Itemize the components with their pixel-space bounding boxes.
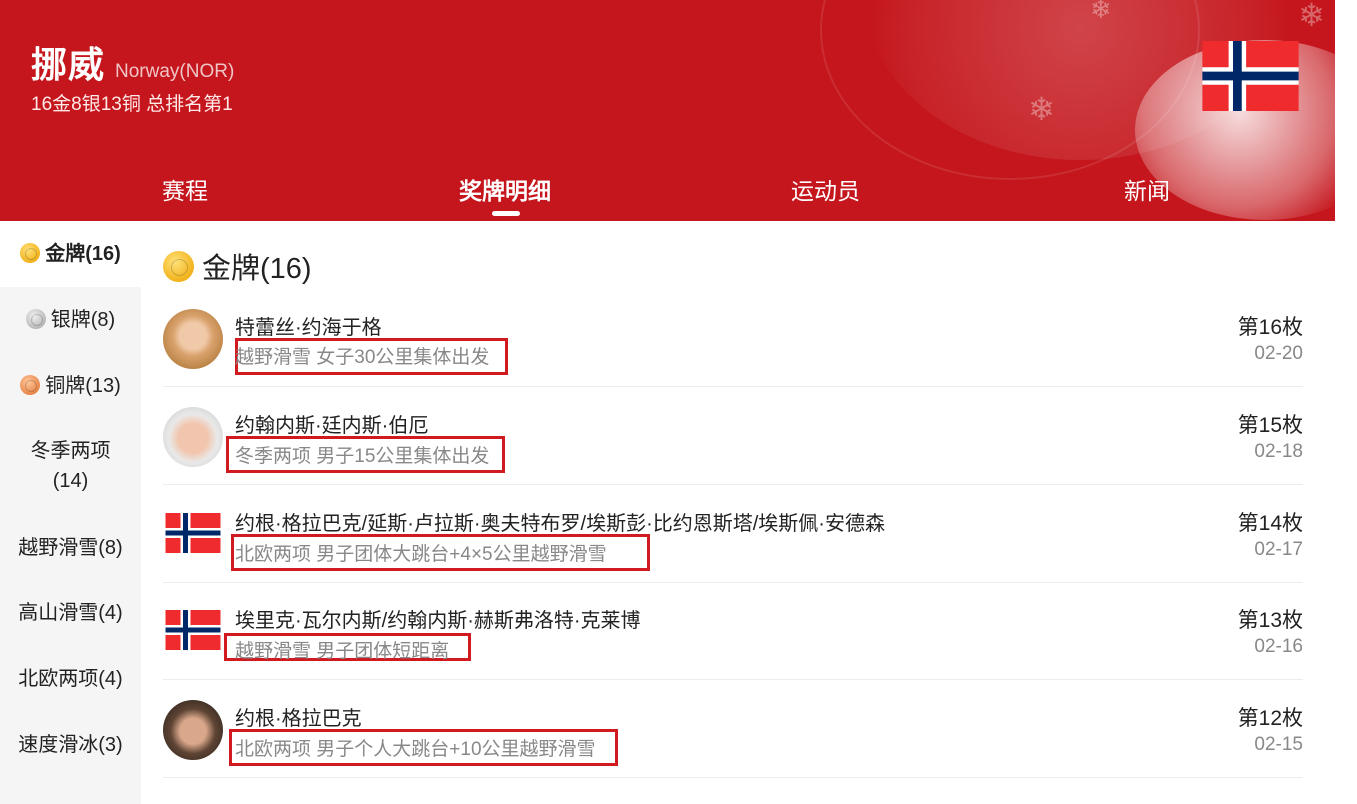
medal-summary: 16金8银13铜 总排名第1 xyxy=(31,94,233,115)
sidebar-item-silver[interactable]: 银牌(8) xyxy=(0,305,141,335)
medal-row[interactable]: 埃里克·瓦尔内斯/约翰内斯·赫斯弗洛特·克莱博 越野滑雪 男子团体短距离 第13… xyxy=(163,582,1303,680)
athlete-avatar xyxy=(163,700,223,760)
country-name: 挪威 xyxy=(31,44,106,85)
sidebar-item-cross-country-skiing[interactable]: 越野滑雪(8) xyxy=(0,533,141,563)
sidebar-item-label: 铜牌(13) xyxy=(45,375,121,397)
event-name: 北欧两项 男子个人大跳台+10公里越野滑雪 xyxy=(235,739,596,760)
sidebar-item-bronze[interactable]: 铜牌(13) xyxy=(0,371,141,401)
sidebar-item-biathlon[interactable]: 冬季两项(14) xyxy=(0,436,141,496)
norway-flag-icon xyxy=(165,610,221,650)
tab-news[interactable]: 新闻 xyxy=(1124,172,1170,206)
tab-schedule[interactable]: 赛程 xyxy=(162,172,208,206)
snowflake-icon: ❄ xyxy=(1298,0,1325,33)
tab-medal-details[interactable]: 奖牌明细 xyxy=(459,172,551,206)
country-title: 挪威 Norway(NOR) xyxy=(31,36,234,88)
medal-date: 02-16 xyxy=(1254,636,1303,657)
gold-medal-icon xyxy=(163,250,194,282)
event-name: 北欧两项 男子团体大跳台+4×5公里越野滑雪 xyxy=(235,544,607,565)
medal-date: 02-20 xyxy=(1254,343,1303,364)
event-name: 越野滑雪 女子30公里集体出发 xyxy=(235,347,490,368)
event-name: 越野滑雪 男子团体短距离 xyxy=(235,641,450,662)
medal-row[interactable]: 特蕾丝·约海于格 越野滑雪 女子30公里集体出发 第16枚 02-20 xyxy=(163,289,1303,387)
sidebar-item-label: 银牌(8) xyxy=(50,309,116,331)
athlete-name: 约根·格拉巴克 xyxy=(235,708,362,730)
medal-row[interactable]: 约根·格拉巴克/延斯·卢拉斯·奥夫特布罗/埃斯彭·比约恩斯塔/埃斯佩·安德森 北… xyxy=(163,485,1303,583)
tab-athletes[interactable]: 运动员 xyxy=(791,172,860,206)
bronze-medal-icon xyxy=(20,375,41,395)
norway-flag-icon xyxy=(165,513,221,553)
medal-rank: 第12枚 xyxy=(1237,707,1303,730)
athlete-avatar xyxy=(163,407,223,467)
medal-date: 02-15 xyxy=(1254,734,1303,755)
medal-rank: 第15枚 xyxy=(1237,414,1303,437)
country-english-name: Norway(NOR) xyxy=(115,61,235,82)
snowflake-icon: ❄ xyxy=(1090,0,1112,24)
section-header: 金牌(16) xyxy=(163,245,312,287)
medal-rank: 第13枚 xyxy=(1237,609,1303,632)
sidebar: 金牌(16) 银牌(8) 铜牌(13) 冬季两项(14) 越野滑雪(8) 高山滑… xyxy=(0,221,141,804)
athlete-avatar xyxy=(163,309,223,369)
event-name: 冬季两项 男子15公里集体出发 xyxy=(235,446,490,467)
medal-rank: 第14枚 xyxy=(1237,512,1303,535)
athlete-name: 特蕾丝·约海于格 xyxy=(235,317,382,339)
medal-row[interactable]: 约根·格拉巴克 北欧两项 男子个人大跳台+10公里越野滑雪 第12枚 02-15 xyxy=(163,680,1303,778)
active-tab-indicator xyxy=(492,211,520,216)
gold-medal-icon xyxy=(20,243,41,263)
silver-medal-icon xyxy=(25,309,46,329)
medal-row[interactable]: 约翰内斯·廷内斯·伯厄 冬季两项 男子15公里集体出发 第15枚 02-18 xyxy=(163,387,1303,485)
sidebar-item-speed-skating[interactable]: 速度滑冰(3) xyxy=(0,730,141,760)
athlete-name: 约翰内斯·廷内斯·伯厄 xyxy=(235,415,429,437)
sidebar-item-label: 金牌(16) xyxy=(45,243,121,265)
snowflake-icon: ❄ xyxy=(1028,91,1055,127)
medal-date: 02-17 xyxy=(1254,539,1303,560)
norway-flag-icon xyxy=(1202,41,1299,111)
sidebar-item-nordic-combined[interactable]: 北欧两项(4) xyxy=(0,664,141,694)
sidebar-item-gold[interactable]: 金牌(16) xyxy=(0,221,141,287)
medal-rank: 第16枚 xyxy=(1237,316,1303,339)
athlete-names: 约根·格拉巴克/延斯·卢拉斯·奥夫特布罗/埃斯彭·比约恩斯塔/埃斯佩·安德森 xyxy=(235,513,885,535)
section-title: 金牌(16) xyxy=(202,253,312,285)
medal-date: 02-18 xyxy=(1254,441,1303,462)
tab-bar: 赛程 奖牌明细 运动员 新闻 xyxy=(0,160,1335,221)
athlete-names: 埃里克·瓦尔内斯/约翰内斯·赫斯弗洛特·克莱博 xyxy=(235,610,641,632)
sidebar-item-alpine-skiing[interactable]: 高山滑雪(4) xyxy=(0,598,141,628)
